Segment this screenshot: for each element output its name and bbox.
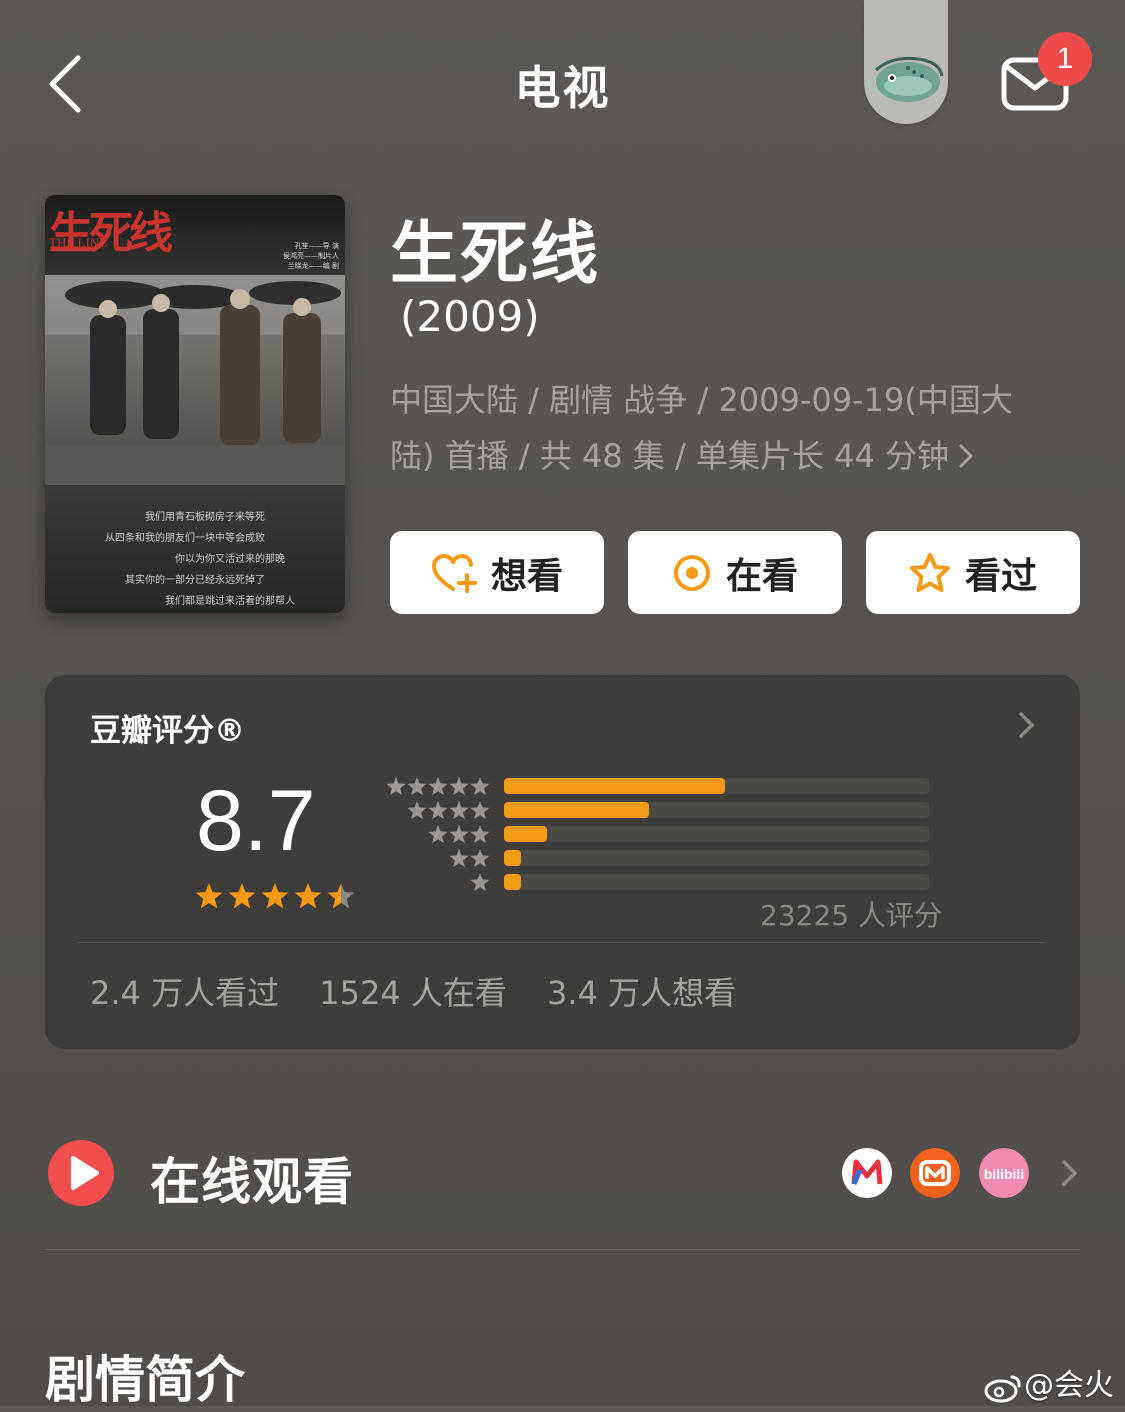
poster-tagline-line: 从四条和我的朋友们一块中等会成败	[105, 533, 265, 544]
star-level-icon	[470, 777, 490, 796]
watched-count: 2.4 万人看过	[90, 974, 280, 1012]
star-level-icon	[470, 801, 490, 820]
star-level-icon	[428, 801, 448, 820]
target-circle-icon	[673, 554, 710, 591]
rating-bar-track	[504, 802, 929, 818]
rating-star-icon	[195, 883, 223, 909]
poster-tagline-line: 我们都是跳过来活着的那帮人	[165, 596, 295, 607]
divider	[78, 942, 1046, 943]
poster-tagline: 我们用青石板砌房子来等死 从四条和我的朋友们一块中等会成败 你以为你又活过来的那…	[85, 507, 335, 612]
notification-badge: 1	[1038, 32, 1092, 86]
watched-label: 看过	[964, 555, 1037, 597]
divider	[45, 1249, 1080, 1250]
chevron-right-icon	[959, 444, 973, 468]
online-watch-label[interactable]: 在线观看	[150, 1142, 354, 1214]
star-level-icon	[449, 801, 469, 820]
play-icon[interactable]	[48, 1140, 114, 1206]
star-level-labels	[386, 777, 490, 892]
star-level-icon	[407, 777, 427, 796]
watching-button[interactable]: 在看	[628, 531, 842, 614]
watch-stats: 2.4 万人看过 1524 人在看 3.4 万人想看	[90, 968, 766, 1014]
want-to-watch-button[interactable]: 想看	[390, 531, 604, 614]
show-meta-line: 陆) 首播 / 共 48 集 / 单集片长 44 分钟	[390, 428, 1060, 484]
show-meta-text: 陆) 首播 / 共 48 集 / 单集片长 44 分钟	[390, 437, 950, 475]
rating-bar-track	[504, 826, 929, 842]
rating-bar-track	[504, 778, 929, 794]
rating-bar-track	[504, 850, 929, 866]
watermark: @会火	[984, 1360, 1114, 1404]
rating-bar-fill	[504, 778, 725, 794]
watermark-text: @会火	[1024, 1368, 1114, 1403]
show-meta-line: 中国大陆 / 剧情 战争 / 2009-09-19(中国大	[390, 381, 1013, 419]
star-level-icon	[470, 849, 490, 868]
want-to-watch-label: 想看	[490, 555, 563, 597]
mgtv-icon[interactable]	[842, 1148, 892, 1198]
star-outline-icon	[909, 552, 950, 592]
heart-plus-icon	[431, 553, 477, 593]
rating-star-icon	[228, 883, 256, 909]
mangotv-icon[interactable]	[910, 1148, 960, 1198]
want-count: 3.4 万人想看	[547, 974, 737, 1012]
rating-bar-fill	[504, 874, 521, 890]
weibo-icon	[984, 1375, 1021, 1402]
star-level-icon	[407, 801, 427, 820]
rating-star-icon	[294, 883, 322, 909]
show-title: 生死线	[390, 215, 601, 294]
poster-tagline-line: 你以为你又活过来的那晚	[175, 554, 285, 565]
watched-button[interactable]: 看过	[866, 531, 1080, 614]
rating-bar-track	[504, 874, 929, 890]
rating-bar-fill	[504, 826, 547, 842]
poster-subtitle-art: THE LINE	[49, 235, 108, 250]
show-year: (2009)	[400, 292, 540, 341]
star-level-icon	[386, 777, 406, 796]
bilibili-icon[interactable]: bilibili	[979, 1148, 1029, 1198]
poster-credits: 孔笙——导 演 侯鸿亮——制片人 兰晓龙——编 剧	[283, 241, 339, 271]
star-level-icon	[449, 849, 469, 868]
mascot-tab[interactable]	[864, 0, 948, 124]
watching-label: 在看	[725, 555, 798, 597]
poster-image[interactable]: 生死线 THE LINE 孔笙——导 演 侯鸿亮——制片人 兰晓龙——编 剧 我…	[45, 195, 345, 613]
svg-text:bilibili: bilibili	[984, 1166, 1024, 1182]
mascot-icon	[875, 56, 944, 102]
rating-stars	[195, 883, 355, 909]
rating-score: 8.7	[196, 773, 316, 869]
chevron-right-icon[interactable]	[1060, 1158, 1080, 1188]
poster-title-art: 生死线	[49, 208, 173, 259]
rating-star-icon	[327, 883, 355, 909]
star-level-icon	[470, 873, 490, 892]
poster-credit-line: 侯鸿亮——制片人	[283, 252, 339, 260]
poster-tagline-line: 其实你的一部分已经永远死掉了	[125, 575, 265, 586]
rating-votes: 23225 人评分	[760, 899, 942, 932]
star-level-icon	[428, 777, 448, 796]
chevron-right-icon[interactable]	[1016, 710, 1038, 740]
star-level-icon	[428, 825, 448, 844]
rating-bar-fill	[504, 802, 649, 818]
synopsis-heading: 剧情简介	[45, 1351, 245, 1409]
poster-figures	[45, 275, 345, 485]
poster-credit-line: 孔笙——导 演	[294, 242, 339, 250]
star-level-icon	[449, 825, 469, 844]
rating-bar-fill	[504, 850, 521, 866]
rating-star-icon	[261, 883, 289, 909]
watching-count: 1524 人在看	[319, 974, 507, 1012]
star-level-icon	[449, 777, 469, 796]
page-title: 电视	[514, 61, 611, 115]
star-level-icon	[470, 825, 490, 844]
rating-label: 豆瓣评分®	[90, 713, 245, 749]
poster-credit-line: 兰晓龙——编 剧	[287, 262, 339, 270]
show-meta[interactable]: 中国大陆 / 剧情 战争 / 2009-09-19(中国大 陆) 首播 / 共 …	[390, 372, 1060, 484]
poster-tagline-line: 我们用青石板砌房子来等死	[145, 512, 265, 523]
